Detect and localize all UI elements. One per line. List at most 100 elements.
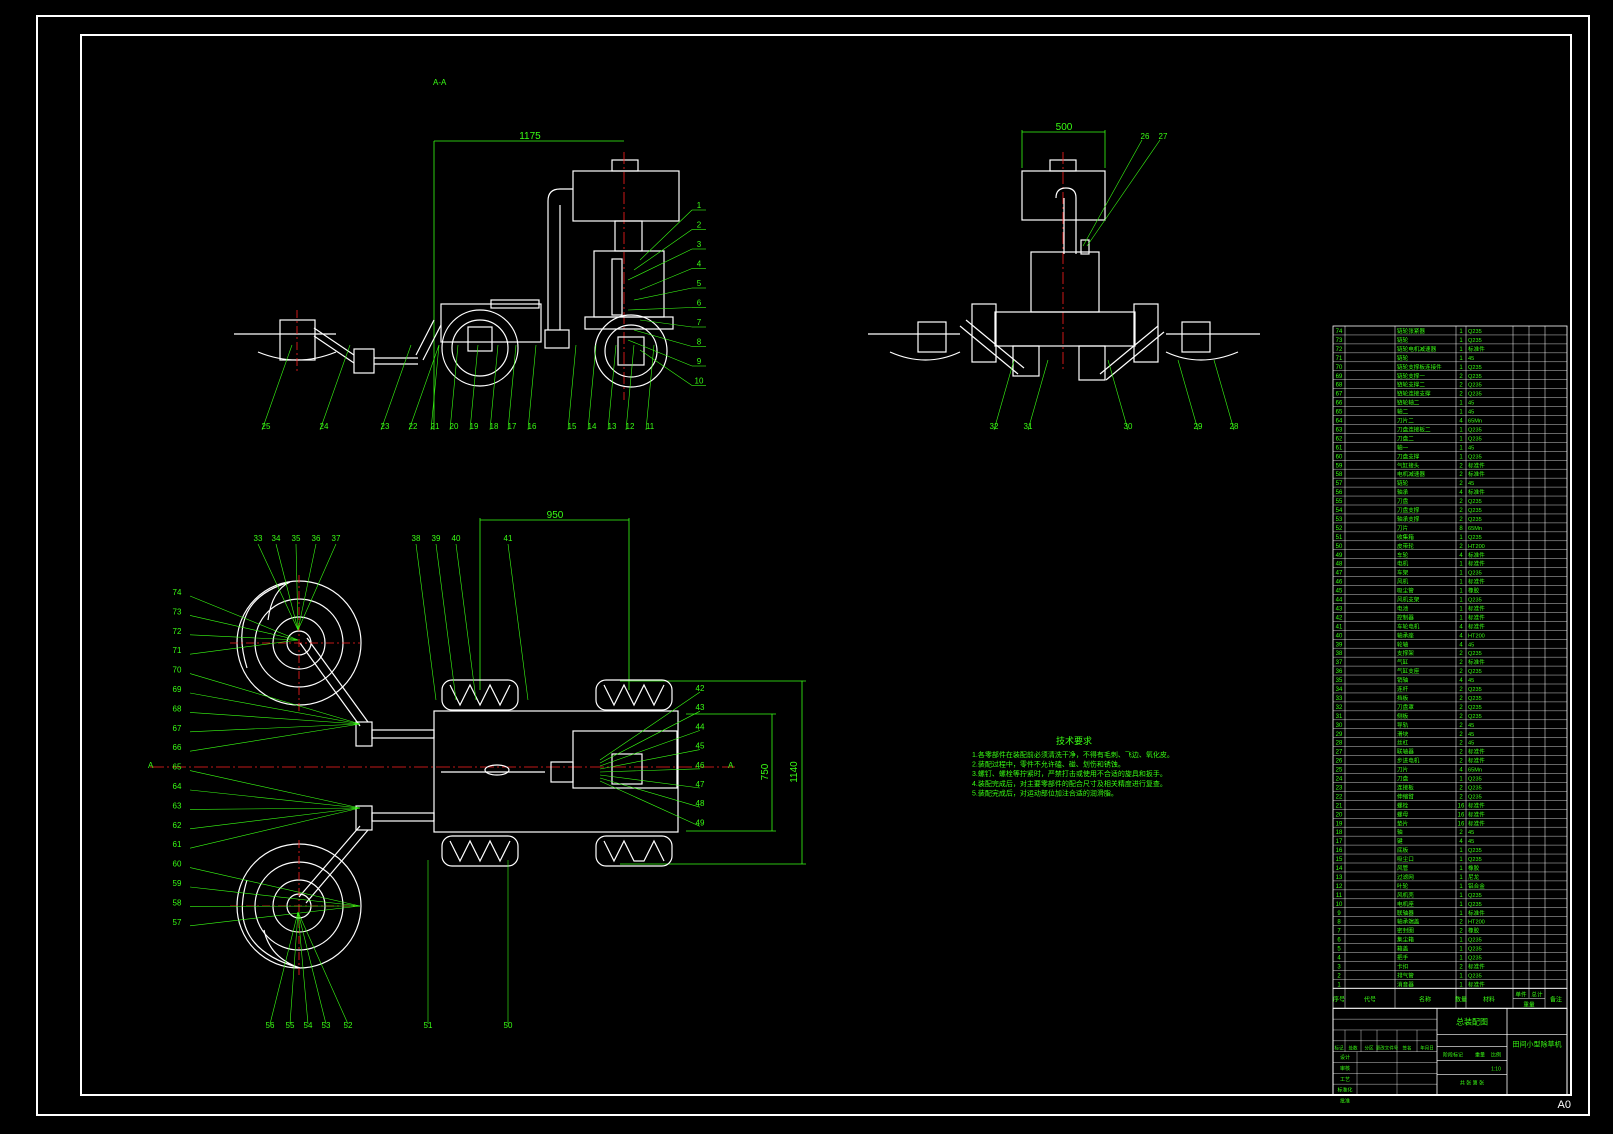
bom-row-name: 刀盘 <box>1397 775 1409 783</box>
leader-line <box>275 543 299 631</box>
leader-line <box>189 634 299 641</box>
callout-35: 35 <box>292 534 301 543</box>
bom-row-no: 26 <box>1336 759 1343 765</box>
bom-row-mat: HT200 <box>1468 920 1485 926</box>
callout-43: 43 <box>696 703 705 712</box>
bom-row-mat: 65Mn <box>1468 526 1482 532</box>
bom-row-name: 链轮支撑二 <box>1397 381 1425 389</box>
callout-51: 51 <box>424 1021 433 1030</box>
callout-26: 26 <box>1141 132 1150 141</box>
bom-row-mat: Q235 <box>1468 973 1482 979</box>
bom-row-mat: Q235 <box>1468 947 1482 953</box>
title-block: 总装配图田间小型除草机阶段标记 重量 比例 1:10 共 张 第 张 标记 处数 分区 更改文件… <box>1332 1007 1568 1105</box>
callout-66: 66 <box>173 743 182 752</box>
callout-22: 22 <box>409 422 418 431</box>
bom-row-mat: 45 <box>1468 830 1474 836</box>
leader-line <box>507 344 517 431</box>
leader-line <box>189 639 299 655</box>
bom-row-qty: 1 <box>1459 338 1463 344</box>
callout-56: 56 <box>266 1021 275 1030</box>
bom-row-name: 刀片 <box>1397 524 1409 532</box>
bom-row-qty: 2 <box>1459 785 1463 791</box>
leader-line <box>1213 359 1235 431</box>
bom-row-mat: Q235 <box>1468 687 1482 693</box>
bom-row-qty: 1 <box>1459 401 1463 407</box>
section-label: A-A <box>433 78 447 87</box>
leader-line <box>430 344 440 431</box>
bom-row-qty: 2 <box>1459 687 1463 693</box>
leader-line <box>1027 359 1049 431</box>
bom-row-no: 19 <box>1336 821 1343 827</box>
bom-row-qty: 2 <box>1459 463 1463 469</box>
title-role-label: 工艺 <box>1340 1077 1350 1083</box>
bom-row-no: 34 <box>1336 687 1343 693</box>
bom-row-mat: 标准件 <box>1468 757 1485 765</box>
bom-row-mat: HT200 <box>1468 544 1485 550</box>
bom-row-mat: 标准件 <box>1468 622 1485 630</box>
bom-row-mat: Q235 <box>1468 535 1482 541</box>
bom-row-qty: 4 <box>1459 642 1463 648</box>
plan-section-right: A <box>728 761 734 770</box>
bom-row-name: 叶轮 <box>1397 882 1409 890</box>
title-row-label: 标记 <box>1335 1045 1344 1052</box>
leader-line <box>1177 359 1199 431</box>
bom-row-no: 25 <box>1336 768 1343 774</box>
bom-row-qty: 2 <box>1459 544 1463 550</box>
callout-11: 11 <box>646 422 655 431</box>
bom-row-qty: 1 <box>1459 598 1463 604</box>
bom-row-no: 30 <box>1336 723 1343 729</box>
title-row-label: 年月日 <box>1420 1045 1434 1052</box>
bom-row-qty: 1 <box>1459 938 1463 944</box>
bom-row-name: 刀片 <box>1397 766 1409 774</box>
bom-row-name: 消音器 <box>1397 980 1414 988</box>
bom-row-qty: 2 <box>1459 499 1463 505</box>
callout-41: 41 <box>504 534 513 543</box>
bom-row-qty: 1 <box>1459 589 1463 595</box>
bom-row-qty: 1 <box>1459 436 1463 442</box>
leader-line <box>189 807 361 810</box>
leader-line <box>527 344 537 431</box>
callout-4: 4 <box>697 260 702 269</box>
bom-row-name: 链轮 <box>1397 479 1409 487</box>
sheet-labels: 共 张 第 张 <box>1460 1079 1484 1086</box>
bom-row-no: 73 <box>1336 338 1343 344</box>
bom-row-no: 11 <box>1336 893 1343 899</box>
bom-row-qty: 4 <box>1459 678 1463 684</box>
bom-row-qty: 1 <box>1459 571 1463 577</box>
bom-row-qty: 1 <box>1459 445 1463 451</box>
bom-row-no: 28 <box>1336 741 1343 747</box>
leader-line <box>189 789 361 809</box>
bom-row-qty: 1 <box>1459 454 1463 460</box>
leader-line <box>607 344 617 431</box>
bom-row-no: 31 <box>1336 714 1343 720</box>
bom-row-qty: 16 <box>1458 821 1465 827</box>
bom-row-name: 集尘箱 <box>1397 936 1414 944</box>
bom-row-name: 联轴器 <box>1397 909 1414 917</box>
bom-row-mat: 标准件 <box>1468 819 1485 827</box>
callout-25: 25 <box>262 422 271 431</box>
note-line: 5.装配完成后，对运动部位加注合适的润滑脂。 <box>972 788 1118 797</box>
note-line: 2.装配过程中，零件不允许磕、碰、划伤和锈蚀。 <box>972 760 1125 769</box>
callout-8: 8 <box>697 338 702 347</box>
bom-row-no: 60 <box>1336 454 1343 460</box>
leader-line <box>599 768 701 773</box>
bom-row-qty: 2 <box>1459 651 1463 657</box>
bom-row-no: 65 <box>1336 410 1343 416</box>
bom-row-no: 64 <box>1336 419 1343 425</box>
bom-row-name: 刀盘连接板二 <box>1397 425 1431 433</box>
callout-70: 70 <box>173 666 182 675</box>
bom-row-mat: 标准件 <box>1468 810 1485 818</box>
bom-row-name: 皮带轮 <box>1397 542 1414 550</box>
bom-row-mat: 45 <box>1468 678 1474 684</box>
bom-row-name: 轴承座 <box>1397 631 1414 639</box>
bom-row-qty: 1 <box>1459 848 1463 854</box>
bom-row-qty: 1 <box>1459 973 1463 979</box>
bom-row-mat: Q235 <box>1468 857 1482 863</box>
bom-row-no: 2 <box>1337 973 1341 979</box>
leader-line <box>189 807 361 849</box>
leader-line <box>587 344 597 431</box>
bom-row-no: 46 <box>1336 580 1343 586</box>
bom-row-name: 导轨 <box>1397 721 1409 729</box>
callout-47: 47 <box>696 780 705 789</box>
bom-row-name: 轴承 <box>1397 488 1409 496</box>
